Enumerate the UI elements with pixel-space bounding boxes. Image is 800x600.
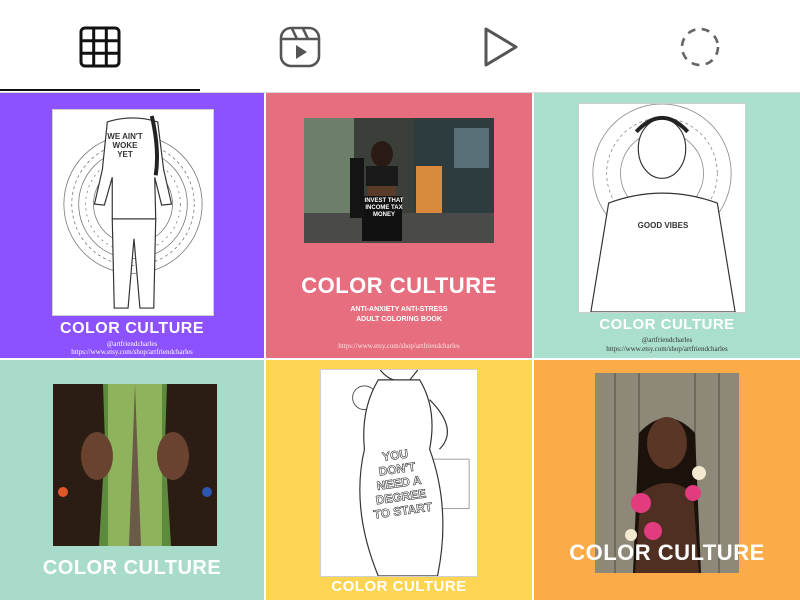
post-subtitle-1: ANTI-ANXIETY ANTI-STRESS bbox=[350, 306, 448, 313]
tab-reels[interactable] bbox=[200, 0, 400, 93]
play-icon bbox=[484, 27, 518, 66]
post-brand-title: COLOR CULTURE bbox=[60, 320, 204, 337]
post-5[interactable]: YOU DON'T NEED A DEGREE TO START COLOR C… bbox=[266, 360, 532, 600]
post-brand-title: COLOR CULTURE bbox=[42, 557, 222, 579]
post-4[interactable]: COLOR CULTURE bbox=[0, 360, 264, 600]
post-handle: @artfriendcharles bbox=[106, 340, 158, 348]
post-url: https://www.etsy.com/shop/artfriendcharl… bbox=[606, 345, 728, 353]
profile-tab-bar bbox=[0, 0, 800, 93]
post-3[interactable]: GOOD VIBES COLOR CULTURE @artfriendcharl… bbox=[534, 93, 800, 358]
post-1[interactable]: WE AIN'T WOKE YET COLOR CULTURE @artfrie… bbox=[0, 93, 264, 358]
post-grid: WE AIN'T WOKE YET COLOR CULTURE @artfrie… bbox=[0, 93, 800, 600]
post-2[interactable]: INVEST THAT INCOME TAX MONEY COLOR CULTU… bbox=[266, 93, 532, 358]
post-photo-woman-storefront: INVEST THAT INCOME TAX MONEY bbox=[304, 118, 494, 243]
post-photo-mirrored-portrait bbox=[53, 384, 217, 546]
post-handle: @artfriendcharles bbox=[641, 336, 693, 344]
post-brand-title: COLOR CULTURE bbox=[301, 273, 497, 298]
sheet-shirt-text: WE AIN'T WOKE YET bbox=[107, 132, 143, 159]
coloring-page-good-vibes: GOOD VIBES bbox=[578, 103, 746, 313]
tab-grid[interactable] bbox=[0, 0, 200, 93]
photo-shirt-text: INVEST THAT INCOME TAX MONEY bbox=[364, 198, 404, 218]
reels-icon bbox=[279, 26, 321, 67]
post-url: https://www.etsy.com/shop/artfriendcharl… bbox=[338, 342, 460, 350]
coloring-page-degree: YOU DON'T NEED A DEGREE TO START bbox=[320, 369, 478, 577]
post-brand-title: COLOR CULTURE bbox=[569, 540, 765, 565]
post-url: https://www.etsy.com/shop/artfriendcharl… bbox=[71, 348, 193, 356]
sheet-dress-text: YOU DON'T NEED A DEGREE TO START bbox=[372, 446, 434, 522]
post-subtitle-2: ADULT COLORING BOOK bbox=[356, 316, 442, 323]
post-brand-title: COLOR CULTURE bbox=[599, 316, 735, 333]
post-brand-title: COLOR CULTURE bbox=[331, 578, 467, 595]
tab-videos[interactable] bbox=[400, 0, 600, 93]
grid-icon bbox=[79, 26, 121, 67]
loading-spinner-icon bbox=[680, 27, 720, 66]
sheet-shirt-text: GOOD VIBES bbox=[637, 221, 689, 230]
coloring-page-woke: WE AIN'T WOKE YET bbox=[52, 109, 214, 316]
tab-loading[interactable] bbox=[600, 0, 800, 93]
post-6[interactable]: COLOR CULTURE bbox=[534, 360, 800, 600]
active-tab-indicator bbox=[0, 89, 200, 91]
